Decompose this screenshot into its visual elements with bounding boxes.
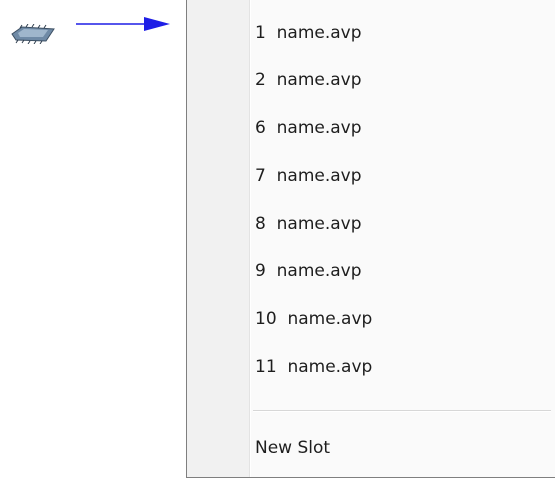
arrow-right-icon: [76, 17, 170, 31]
menu-item-slot-2[interactable]: 2 name.avp: [255, 65, 549, 95]
menu-item-slot-8[interactable]: 8 name.avp: [255, 209, 549, 239]
stage: 1 name.avp 2 name.avp 6 name.avp 7 name.…: [0, 0, 555, 478]
menu-item-slot-7[interactable]: 7 name.avp: [255, 161, 549, 191]
menu-item-slot-1[interactable]: 1 name.avp: [255, 18, 549, 48]
menu-item-slot-10[interactable]: 10 name.avp: [255, 304, 549, 334]
context-menu: 1 name.avp 2 name.avp 6 name.avp 7 name.…: [186, 0, 555, 478]
menu-item-slot-6[interactable]: 6 name.avp: [255, 113, 549, 143]
chip-icon[interactable]: [8, 24, 58, 44]
menu-separator: [253, 410, 551, 411]
menu-item-slot-11[interactable]: 11 name.avp: [255, 352, 549, 382]
menu-item-slot-9[interactable]: 9 name.avp: [255, 256, 549, 286]
menu-list: 1 name.avp 2 name.avp 6 name.avp 7 name.…: [187, 0, 555, 477]
menu-item-new-slot[interactable]: New Slot: [255, 433, 549, 463]
